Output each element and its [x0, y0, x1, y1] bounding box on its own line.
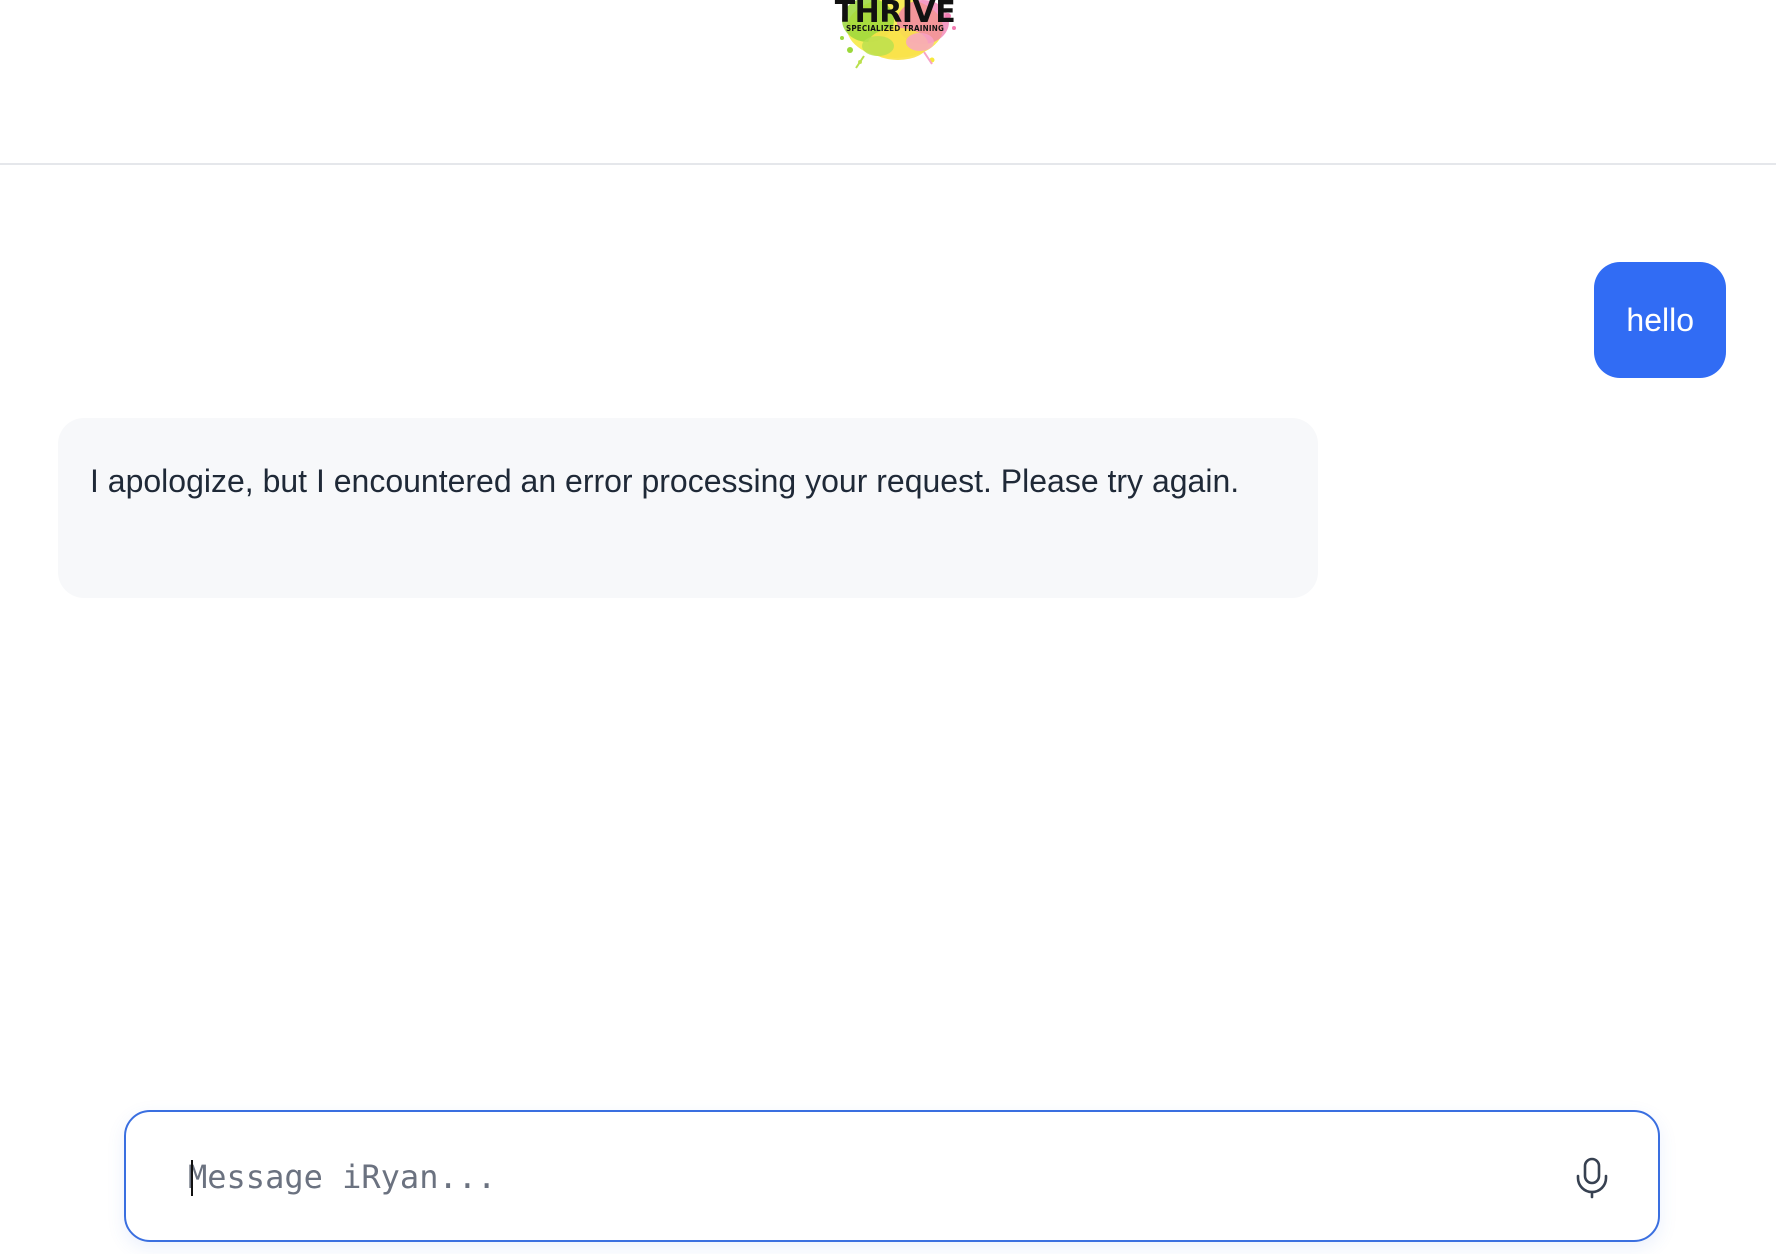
user-message-text: hello: [1626, 301, 1694, 338]
header: THRIVE SPECIALIZED TRAINING: [0, 0, 1776, 165]
user-message: hello: [1594, 262, 1726, 378]
chat-app: THRIVE SPECIALIZED TRAINING hello I apol…: [0, 0, 1776, 1254]
microphone-icon: [1576, 1157, 1608, 1199]
text-caret: [191, 1160, 193, 1196]
message-list: hello I apologize, but I encountered an …: [0, 167, 1776, 1067]
microphone-button[interactable]: [1572, 1156, 1612, 1200]
message-input[interactable]: [188, 1142, 1488, 1212]
assistant-message: I apologize, but I encountered an error …: [58, 418, 1318, 598]
message-composer: [124, 1110, 1660, 1242]
logo-subtitle: SPECIALIZED TRAINING: [845, 24, 945, 33]
thrive-logo[interactable]: THRIVE SPECIALIZED TRAINING: [820, 0, 970, 72]
assistant-message-text: I apologize, but I encountered an error …: [90, 463, 1240, 499]
